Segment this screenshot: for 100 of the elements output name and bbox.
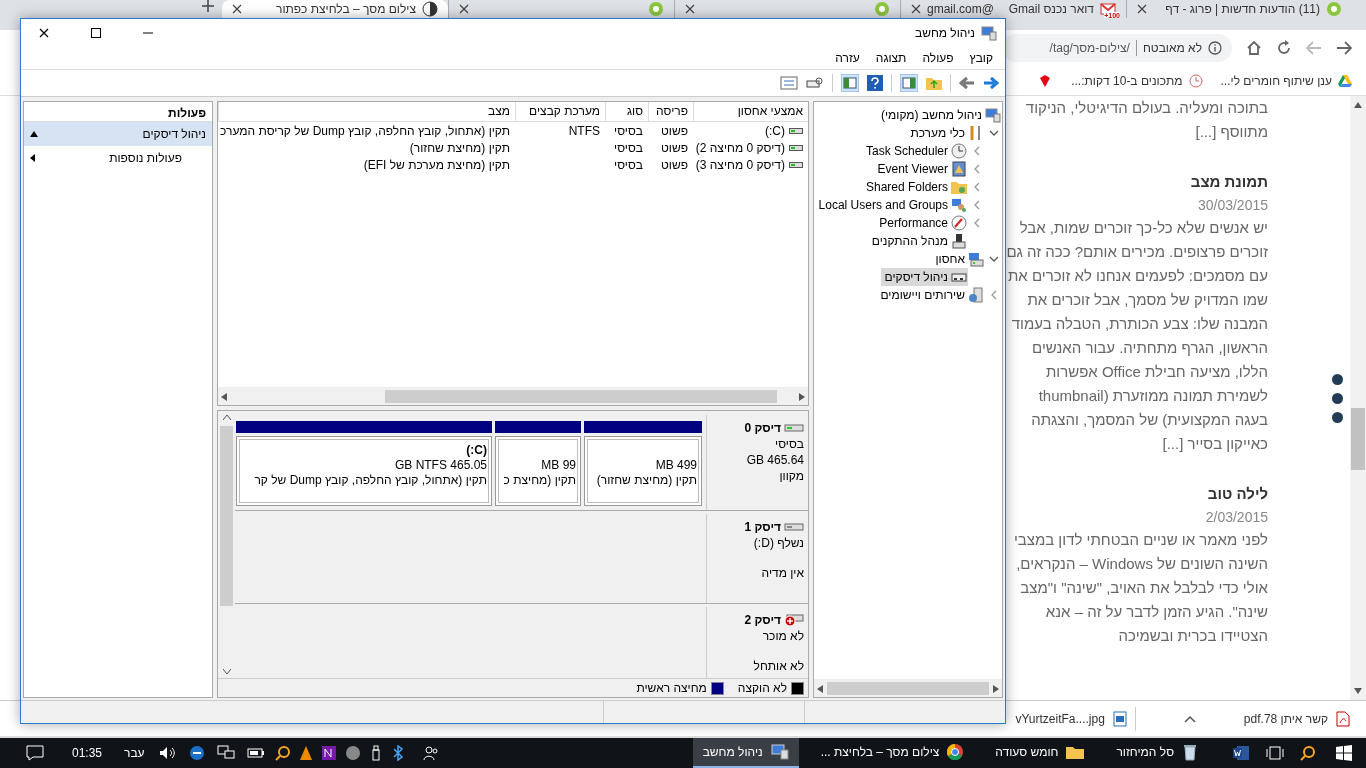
chevron-left-icon[interactable] <box>972 200 981 210</box>
word-icon[interactable] <box>1232 745 1250 761</box>
usb-drive-icon[interactable] <box>370 745 381 761</box>
notification-icon[interactable] <box>26 745 44 761</box>
menu-item[interactable]: תצוגה <box>867 51 915 65</box>
download-item[interactable]: קשר איתן 78.pdf <box>1243 710 1350 727</box>
tree-item[interactable]: Shared Folders <box>861 178 968 196</box>
scroll-up-icon[interactable] <box>1354 102 1362 108</box>
scroll-left-icon[interactable] <box>817 684 823 693</box>
info-icon[interactable] <box>1208 41 1222 55</box>
back-icon[interactable] <box>1336 40 1352 56</box>
tree-item[interactable]: מנהל ההתקנים <box>867 232 968 250</box>
clock[interactable]: 01:35 <box>72 746 103 760</box>
tree-item[interactable]: Event Viewer <box>873 160 968 178</box>
language-indicator[interactable]: עבר <box>124 746 145 760</box>
taskbar-button[interactable]: ניהול מחשב <box>692 738 799 768</box>
scrollbar[interactable] <box>218 387 808 405</box>
tree-item[interactable]: ניהול מחשב (מקומי) <box>876 106 1002 124</box>
scroll-thumb[interactable] <box>1351 408 1365 470</box>
people-icon[interactable] <box>422 745 439 761</box>
close-icon[interactable] <box>459 4 469 14</box>
taskbar-button[interactable]: חומש סעודה <box>985 738 1095 768</box>
battery-icon[interactable] <box>246 748 265 758</box>
scroll-up-icon[interactable] <box>222 415 231 420</box>
bookmark[interactable]: מתכונים ב-10 דקות:... <box>1071 73 1203 88</box>
cone-icon[interactable] <box>298 745 313 761</box>
dot[interactable] <box>1332 373 1343 385</box>
close-icon[interactable] <box>911 4 921 14</box>
start-icon[interactable] <box>1336 745 1352 761</box>
scroll-thumb[interactable] <box>220 426 233 606</box>
post-title[interactable]: תמונת מצב <box>1004 170 1268 194</box>
folder-up-icon[interactable] <box>926 75 942 91</box>
tree-item[interactable]: Performance <box>875 214 968 232</box>
post-title[interactable]: לילה טוב <box>1004 482 1268 506</box>
pane-toggle-icon[interactable] <box>841 74 859 92</box>
scroll-left-icon[interactable] <box>221 392 227 401</box>
browser-tab[interactable]: צילום מסך – בלחיצת כפתור <box>222 0 448 18</box>
search-icon[interactable] <box>1300 745 1316 761</box>
volume-icon[interactable] <box>158 746 177 760</box>
chevron-left-icon[interactable] <box>972 182 981 192</box>
chevron-left-icon[interactable] <box>972 146 981 156</box>
scroll-right-icon[interactable] <box>799 392 805 401</box>
disk-size: GB 465.64 <box>745 452 804 468</box>
close-icon[interactable] <box>232 4 242 14</box>
onenote-icon[interactable] <box>320 745 337 761</box>
forward-arrow-icon[interactable] <box>983 76 999 90</box>
column-header[interactable]: מערכת קבצים <box>515 102 605 121</box>
tree-item[interactable]: Local Users and Groups <box>814 196 968 214</box>
scroll-thumb[interactable] <box>827 682 989 695</box>
home-icon[interactable] <box>1246 40 1262 56</box>
menu-item[interactable]: פעולה <box>914 51 962 65</box>
chevron-left-icon[interactable] <box>972 218 981 228</box>
bookmark[interactable]: ענן שיתוף חומרים לי... <box>1220 73 1352 88</box>
legend-label: מחיצה ראשית <box>636 681 707 695</box>
scroll-down-icon[interactable] <box>222 669 231 674</box>
taskbar-button[interactable]: צילום מסך – בלחיצת ... <box>810 738 974 768</box>
task-view-icon[interactable] <box>1266 746 1284 760</box>
scrollbar[interactable] <box>1350 96 1366 700</box>
scroll-right-icon[interactable] <box>993 684 999 693</box>
pane-toggle-icon[interactable] <box>900 74 918 92</box>
caret-up-icon[interactable] <box>1183 714 1196 723</box>
action-item[interactable]: פעולות נוספות <box>24 146 212 170</box>
chevron-left-icon[interactable] <box>989 290 998 300</box>
skype-icon[interactable] <box>344 745 361 761</box>
scroll-thumb[interactable] <box>385 390 777 403</box>
taskbar-button[interactable]: סל המיחזור <box>1106 738 1208 768</box>
network-icon[interactable] <box>216 745 235 761</box>
bluetooth-icon[interactable] <box>392 745 403 761</box>
chevron-left-icon[interactable] <box>972 164 981 174</box>
chevron-down-icon[interactable] <box>988 129 999 137</box>
scrollbar[interactable] <box>814 679 1002 697</box>
chevron-down-icon[interactable] <box>988 255 999 263</box>
reload-icon[interactable] <box>1276 40 1292 56</box>
menu-item[interactable]: קובץ <box>961 51 1001 65</box>
dot[interactable] <box>1332 392 1343 404</box>
maximize-icon <box>91 28 101 38</box>
new-tab-icon[interactable] <box>202 0 214 12</box>
tree-item[interactable]: אחסון <box>931 250 985 268</box>
dot[interactable] <box>1332 411 1343 423</box>
scroll-down-icon[interactable] <box>1354 688 1362 694</box>
download-item[interactable]: vYurtzeitFa....jpg <box>1015 710 1127 727</box>
tree-item[interactable]: שירותים ויישומים <box>876 286 985 304</box>
back-arrow-icon[interactable] <box>959 76 975 90</box>
column-header[interactable]: סוג <box>605 102 648 121</box>
column-header[interactable]: מצב <box>218 102 515 121</box>
column-header[interactable]: פריסה <box>648 102 693 121</box>
column-header[interactable]: אמצעי אחסון <box>693 102 808 121</box>
tree-item[interactable]: ניהול דיסקים <box>880 268 968 286</box>
menu-item[interactable]: עזרה <box>827 51 868 65</box>
close-icon[interactable] <box>685 4 695 14</box>
close-icon[interactable] <box>1137 4 1147 14</box>
shield-icon[interactable] <box>188 745 205 761</box>
help-icon[interactable] <box>867 75 883 91</box>
search-icon[interactable] <box>274 745 291 761</box>
browser-tab[interactable]: (11) הודעות חדשות | פרוג - דף <box>1126 0 1352 18</box>
tree-item[interactable]: כלי מערכת <box>906 124 985 142</box>
tree-item[interactable]: Task Scheduler <box>861 142 968 160</box>
action-item[interactable]: ניהול דיסקים <box>24 122 212 146</box>
disk-search-icon[interactable] <box>806 76 824 90</box>
half-circle-icon <box>422 1 438 17</box>
